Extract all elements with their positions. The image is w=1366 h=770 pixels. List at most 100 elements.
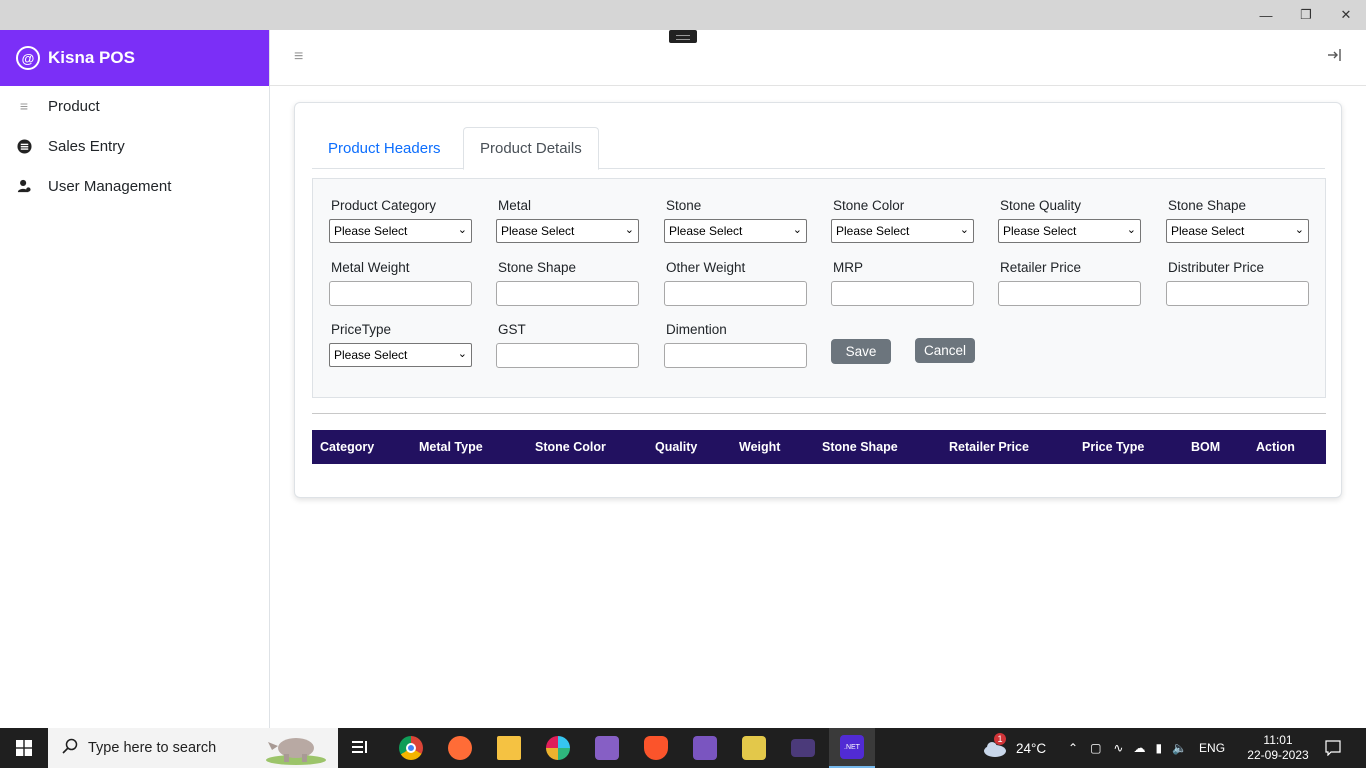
column-header-stone-color: Stone Color [535,440,606,454]
clock-time: 11:01 [1263,733,1293,747]
mrp-input[interactable] [831,281,974,306]
stone-shape-input[interactable] [496,281,639,306]
select-value: Please Select [334,224,408,238]
product-card: Product Headers Product Details Product … [294,102,1342,498]
distributer-price-input[interactable] [1166,281,1309,306]
metal-select[interactable]: Please Select ⌄ [496,219,639,243]
price-type-select[interactable]: Please Select ⌄ [329,343,472,367]
meet-icon[interactable]: ▢ [1090,741,1101,755]
distributer-price-field: Distributer Price [1166,260,1310,306]
select-value: Please Select [836,224,910,238]
task-view-icon[interactable] [342,728,378,768]
logout-icon[interactable] [1326,47,1342,68]
mrp-field: MRP [831,260,975,306]
sticky-app-icon[interactable] [735,728,773,768]
brand-header[interactable]: @ Kisna POS [0,30,269,86]
language-indicator[interactable]: ENG [1199,741,1225,755]
sidebar-item-sales-entry[interactable]: Sales Entry [0,126,269,166]
retailer-price-field: Retailer Price [998,260,1142,306]
gst-input[interactable] [496,343,639,368]
select-value: Please Select [1003,224,1077,238]
table-header: Category Metal Type Stone Color Quality … [312,430,1326,464]
system-tray-icons: ⌃ ▢ ∿ ☁ ▮ 🔈 ENG [1068,728,1225,768]
search-icon [62,738,78,758]
field-label: Stone Shape [1168,198,1247,213]
minimize-icon[interactable]: — [1246,0,1286,30]
field-label: Other Weight [666,260,746,275]
volume-icon[interactable]: 🔈 [1172,741,1187,755]
clock[interactable]: 11:01 22-09-2023 [1244,728,1312,768]
weather-widget[interactable]: 1 24°C [982,728,1046,768]
wifi-icon[interactable]: ∿ [1113,741,1123,755]
field-label: Stone [666,198,702,213]
product-category-select[interactable]: Please Select ⌄ [329,219,472,243]
file-explorer-icon[interactable] [490,728,528,768]
visual-studio-icon[interactable] [588,728,626,768]
other-weight-field: Other Weight [664,260,808,306]
onedrive-icon[interactable]: ☁ [1133,741,1145,755]
stone-select[interactable]: Please Select ⌄ [664,219,807,243]
stone-color-select[interactable]: Please Select ⌄ [831,219,974,243]
postman-icon[interactable] [441,728,479,768]
weather-temp: 24°C [1016,740,1047,756]
stone-quality-field: Stone Quality Please Select ⌄ [998,198,1142,243]
battery-icon[interactable]: ▮ [1155,741,1162,755]
visual-studio-2-icon[interactable] [686,728,724,768]
top-bar: ≡ [270,30,1366,86]
field-label: Metal Weight [331,260,410,275]
column-header-quality: Quality [655,440,698,454]
gst-field: GST [496,322,640,368]
brand-logo-icon: @ [16,46,40,70]
search-placeholder: Type here to search [88,740,217,756]
cancel-button[interactable]: Cancel [915,338,975,363]
select-value: Please Select [1171,224,1245,238]
terminal-icon[interactable] [784,728,822,768]
chrome-icon[interactable] [392,728,430,768]
select-value: Please Select [669,224,743,238]
field-label: Stone Color [833,198,905,213]
list-icon: ≡ [19,98,29,114]
chevron-down-icon: ⌄ [457,348,467,360]
other-weight-input[interactable] [664,281,807,306]
brand-name: Kisna POS [48,48,135,67]
tab-product-headers[interactable]: Product Headers [312,127,457,169]
notifications-icon[interactable] [1318,728,1348,768]
close-icon[interactable]: ✕ [1326,0,1366,30]
field-label: PriceType [331,322,392,337]
field-label: MRP [833,260,863,275]
stone-shape-select[interactable]: Please Select ⌄ [1166,219,1309,243]
column-header-metal-type: Metal Type [419,440,483,454]
weather-badge: 1 [994,733,1006,745]
product-details-form: Product Category Please Select ⌄ Metal Pl… [312,178,1326,398]
sidebar-item-label: Product [48,97,100,115]
chevron-down-icon: ⌄ [624,224,634,236]
metal-weight-input[interactable] [329,281,472,306]
chevron-down-icon: ⌄ [457,224,467,236]
restore-icon[interactable]: ❐ [1286,0,1326,30]
taskbar-search-box[interactable]: Type here to search [48,728,338,768]
chevron-up-icon[interactable]: ⌃ [1068,741,1078,755]
drag-handle-icon[interactable] [669,30,697,43]
chevron-down-icon: ⌄ [1126,224,1136,236]
select-value: Please Select [334,348,408,362]
sidebar-item-product[interactable]: ≡ Product [0,86,269,126]
chevron-down-icon: ⌄ [959,224,969,236]
menu-toggle-icon[interactable]: ≡ [294,48,303,66]
tab-product-details[interactable]: Product Details [463,127,599,170]
sidebar-item-user-management[interactable]: User Management [0,166,269,206]
dotnet-icon[interactable]: .NET [829,728,875,768]
retailer-price-input[interactable] [998,281,1141,306]
dimention-input[interactable] [664,343,807,368]
divider [312,413,1326,414]
rhino-illustration-icon [262,730,326,770]
field-label: Stone Shape [498,260,577,275]
slack-icon[interactable] [539,728,577,768]
column-header-price-type: Price Type [1082,440,1145,454]
field-label: Metal [498,198,532,213]
chevron-down-icon: ⌄ [792,224,802,236]
stone-quality-select[interactable]: Please Select ⌄ [998,219,1141,243]
stone-shape-field: Stone Shape Please Select ⌄ [1166,198,1310,243]
brave-icon[interactable] [637,728,675,768]
windows-start-icon[interactable] [0,728,48,768]
save-button[interactable]: Save [831,339,891,364]
